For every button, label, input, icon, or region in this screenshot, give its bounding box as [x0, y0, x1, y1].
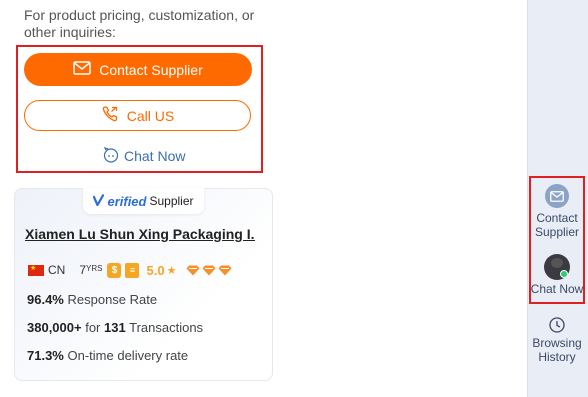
- years-badge: 7 YRS: [79, 263, 102, 277]
- response-rate-value: 96.4%: [27, 292, 64, 307]
- mail-icon: [545, 184, 569, 208]
- call-us-label: Call US: [126, 107, 175, 124]
- transactions-label: Transactions: [129, 320, 204, 335]
- certificate-icon: ≡: [125, 262, 140, 278]
- ontime-value: 71.3%: [27, 348, 64, 363]
- country-code: CN: [48, 263, 66, 277]
- trade-assurance-icon: $: [107, 262, 122, 278]
- rail-history-label-1: Browsing: [532, 336, 582, 350]
- china-flag-icon: [28, 264, 44, 276]
- transactions-amount: 380,000+: [27, 320, 82, 335]
- contact-supplier-button[interactable]: Contact Supplier: [24, 53, 252, 86]
- transactions-count: 131: [104, 320, 126, 335]
- chat-bubble-icon: [102, 146, 120, 167]
- diamond-rating: [186, 265, 232, 276]
- years-number: 7: [79, 263, 87, 277]
- chat-now-link[interactable]: Chat Now: [102, 146, 185, 166]
- supplier-meta-row: CN 7 YRS $ ≡ 5.0 ★: [28, 261, 232, 279]
- chat-now-label: Chat Now: [124, 148, 186, 164]
- rail-browsing-history[interactable]: Browsing History: [529, 316, 585, 364]
- phone-icon: [101, 105, 119, 126]
- supplier-avatar: [544, 254, 570, 280]
- inquiry-prompt: For product pricing, customization, or o…: [24, 7, 255, 40]
- response-rate-label: Response Rate: [67, 292, 158, 307]
- contact-supplier-label: Contact Supplier: [99, 61, 203, 78]
- rail-history-label-2: History: [538, 350, 576, 364]
- clock-icon: [548, 316, 566, 334]
- ontime-label: On-time delivery rate: [67, 348, 189, 363]
- rail-contact-label-1: Contact: [536, 211, 578, 225]
- rail-chat-now[interactable]: Chat Now: [529, 254, 585, 296]
- verified-check-icon: [92, 193, 105, 209]
- diamond-icon: [218, 265, 232, 275]
- verified-supplier-badge: erified Supplier: [83, 188, 204, 214]
- response-rate-stat: 96.4% Response Rate: [27, 292, 157, 307]
- rail-contact-label-2: Supplier: [534, 225, 580, 239]
- supplier-rating: 5.0: [146, 262, 165, 278]
- star-icon: ★: [166, 264, 177, 277]
- verified-word: erified: [107, 193, 147, 209]
- rail-chat-label: Chat Now: [530, 282, 584, 296]
- transactions-for: for: [85, 320, 101, 335]
- ontime-delivery-stat: 71.3% On-time delivery rate: [27, 348, 188, 363]
- mail-icon: [73, 61, 91, 78]
- diamond-icon: [202, 265, 216, 275]
- rail-contact-supplier[interactable]: Contact Supplier: [529, 184, 585, 239]
- call-us-button[interactable]: Call US: [24, 100, 251, 131]
- verified-suffix: Supplier: [149, 194, 194, 208]
- years-unit: YRS: [86, 264, 103, 273]
- diamond-icon: [186, 265, 200, 275]
- transactions-stat: 380,000+ for 131 Transactions: [27, 320, 203, 335]
- supplier-name-link[interactable]: Xiamen Lu Shun Xing Packaging I...: [25, 226, 255, 242]
